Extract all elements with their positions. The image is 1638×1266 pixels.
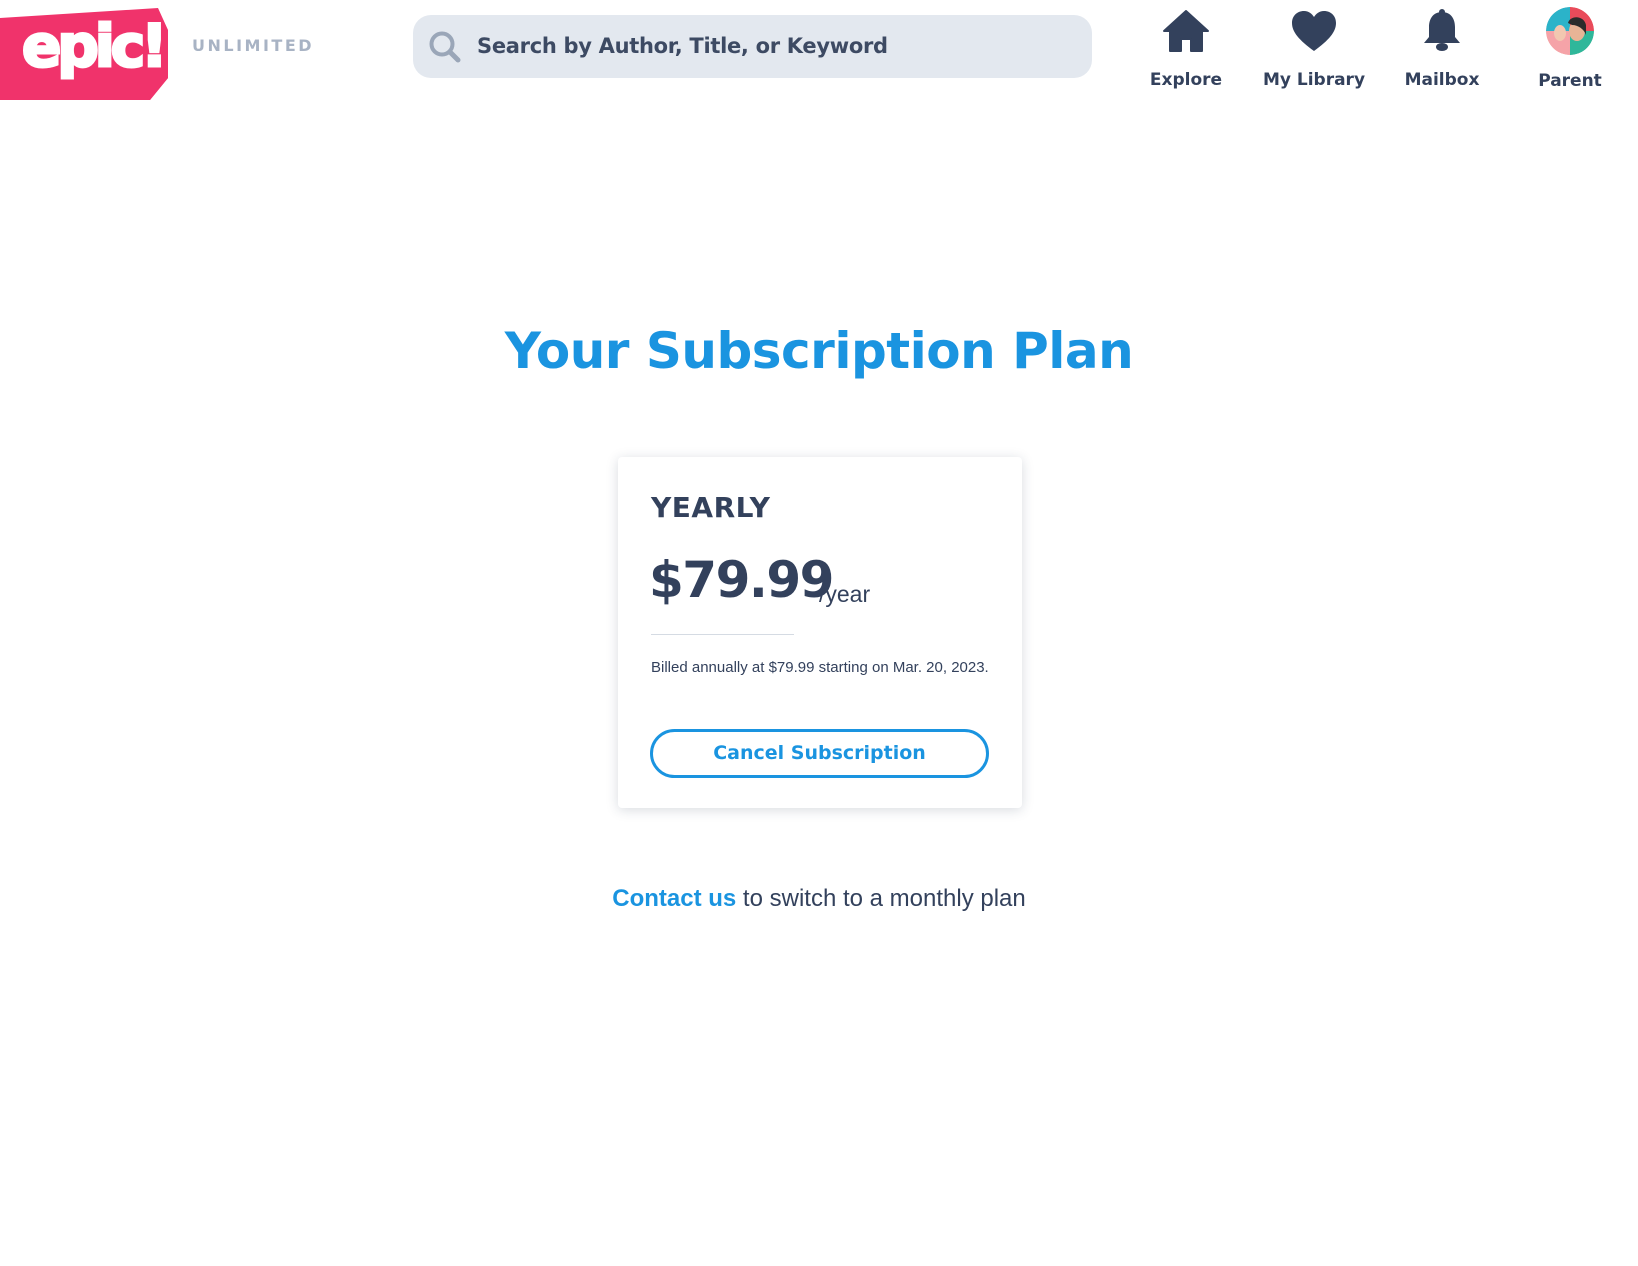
nav-parent-label: Parent [1538,71,1602,91]
nav-mailbox-label: Mailbox [1404,70,1480,90]
avatar [1546,7,1594,55]
nav-explore[interactable]: Explore [1131,8,1241,90]
nav-explore-label: Explore [1149,70,1223,90]
home-icon [1163,10,1209,52]
plan-name: YEARLY [651,491,771,524]
nav-mailbox[interactable]: Mailbox [1387,8,1497,90]
epic-logo[interactable]: epic! [0,0,176,104]
bell-icon [1424,9,1460,51]
nav-my-library[interactable]: My Library [1259,8,1369,90]
plan-divider [651,634,794,635]
search-input[interactable]: Search by Author, Title, or Keyword [477,15,888,78]
cancel-subscription-button[interactable]: Cancel Subscription [650,729,989,778]
contact-us-link[interactable]: Contact us [612,885,736,912]
contact-line-text: to switch to a monthly plan [736,885,1026,912]
nav-parent[interactable]: Parent [1515,7,1625,91]
svg-text:epic!: epic! [22,12,164,80]
subscription-plan-card: YEARLY $79.99 /year Billed annually at $… [618,457,1022,808]
plan-tier-label: UNLIMITED [192,36,315,55]
plan-period: /year [819,581,871,607]
top-header: epic! UNLIMITED Search by Author, Title,… [0,0,1638,104]
page-title: Your Subscription Plan [504,322,1134,380]
nav-my-library-label: My Library [1262,70,1366,90]
billing-note: Billed annually at $79.99 starting on Ma… [651,659,989,676]
search-bar[interactable]: Search by Author, Title, or Keyword [413,15,1092,78]
search-icon [429,31,461,63]
plan-price: $79.99 [649,551,834,609]
contact-line: Contact us to switch to a monthly plan [0,885,1638,913]
heart-icon [1292,11,1336,51]
